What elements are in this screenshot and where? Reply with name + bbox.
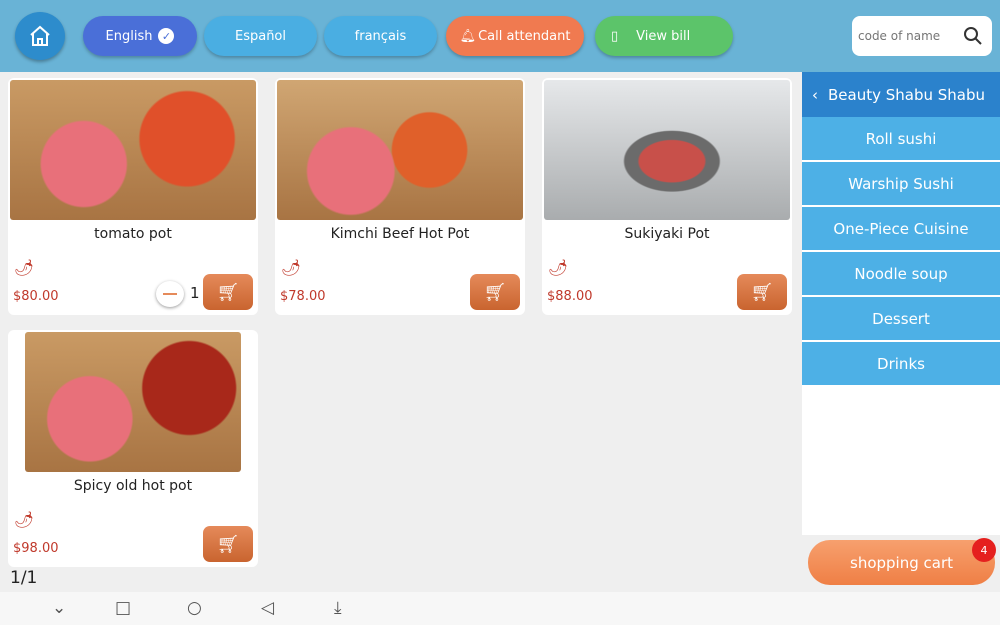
cart-icon: 🛒︎ bbox=[216, 533, 240, 555]
product-name: Spicy old hot pot bbox=[73, 478, 193, 494]
minus-icon bbox=[163, 293, 177, 295]
product-name: tomato pot bbox=[94, 226, 172, 242]
add-to-cart-button[interactable]: 🛒︎ bbox=[203, 526, 253, 562]
chili-icon: 🌶︎ bbox=[14, 258, 35, 277]
cart-count-badge: 4 bbox=[972, 538, 996, 562]
check-icon: ✓ bbox=[158, 28, 175, 44]
product-price: $98.00 bbox=[13, 541, 59, 556]
category-sidebar: ‹ Beauty Shabu Shabu Roll sushi Warship S… bbox=[802, 72, 1000, 535]
search-icon[interactable] bbox=[963, 26, 983, 46]
add-to-cart-button[interactable]: 🛒︎ bbox=[737, 274, 787, 310]
page-indicator: 1/1 bbox=[10, 568, 38, 588]
chevron-left-icon: ‹ bbox=[812, 85, 818, 104]
chili-icon: 🌶︎ bbox=[14, 510, 35, 529]
product-price: $80.00 bbox=[13, 289, 59, 304]
product-name: Kimchi Beef Hot Pot bbox=[330, 226, 470, 242]
add-to-cart-button[interactable]: 🛒︎ bbox=[203, 274, 253, 310]
bell-icon: 🔔︎ bbox=[459, 28, 477, 44]
product-name: Sukiyaki Pot bbox=[624, 226, 710, 242]
shopping-cart-button[interactable]: shopping cart bbox=[808, 540, 995, 585]
product-card[interactable]: Kimchi Beef Hot Pot 🌶︎ $78.00 🛒︎ bbox=[275, 78, 525, 315]
search-box bbox=[852, 16, 992, 56]
bill-icon: ▯ bbox=[611, 28, 619, 44]
restaurant-name: Beauty Shabu Shabu bbox=[828, 85, 986, 104]
shopping-cart-label: shopping cart bbox=[850, 553, 953, 572]
view-bill-label: View bill bbox=[636, 28, 691, 44]
espanol-label: Español bbox=[234, 28, 286, 44]
product-card[interactable]: tomato pot 🌶︎ $80.00 1 🛒︎ bbox=[8, 78, 258, 315]
system-nav-bar: ⌄ □ ○ ◁ ⤓ bbox=[0, 592, 1000, 625]
product-price: $88.00 bbox=[547, 289, 593, 304]
call-attendant-button[interactable]: 🔔︎ Call attendant bbox=[446, 16, 584, 56]
add-to-cart-button[interactable]: 🛒︎ bbox=[470, 274, 520, 310]
decrease-quantity-button[interactable] bbox=[156, 281, 184, 307]
category-one-piece-cuisine[interactable]: One-Piece Cuisine bbox=[802, 207, 1000, 250]
top-bar: English ✓ Español français 🔔︎ Call attenda… bbox=[0, 0, 1000, 72]
call-attendant-label: Call attendant bbox=[478, 28, 571, 44]
home-button[interactable] bbox=[15, 12, 65, 60]
chili-icon: 🌶︎ bbox=[281, 258, 302, 277]
product-image bbox=[544, 80, 790, 220]
category-warship-sushi[interactable]: Warship Sushi bbox=[802, 162, 1000, 205]
cart-icon: 🛒︎ bbox=[483, 281, 507, 303]
english-label: English bbox=[105, 28, 153, 44]
francais-label: français bbox=[354, 28, 407, 44]
product-image bbox=[25, 332, 241, 472]
product-image bbox=[10, 80, 256, 220]
category-noodle-soup[interactable]: Noodle soup bbox=[802, 252, 1000, 295]
product-price: $78.00 bbox=[280, 289, 326, 304]
home-icon bbox=[30, 25, 50, 46]
view-bill-button[interactable]: ▯ View bill bbox=[595, 16, 733, 56]
product-card[interactable]: Sukiyaki Pot 🌶︎ $88.00 🛒︎ bbox=[542, 78, 792, 315]
pull-down-icon[interactable]: ⤓ bbox=[334, 598, 342, 618]
quantity: 1 bbox=[190, 284, 200, 302]
chevron-down-icon[interactable]: ⌄ bbox=[52, 598, 66, 618]
language-francais-button[interactable]: français bbox=[324, 16, 437, 56]
language-espanol-button[interactable]: Español bbox=[204, 16, 317, 56]
recent-apps-icon[interactable]: □ bbox=[115, 598, 131, 618]
language-english-button[interactable]: English ✓ bbox=[83, 16, 197, 56]
category-roll-sushi[interactable]: Roll sushi bbox=[802, 117, 1000, 160]
product-image bbox=[277, 80, 523, 220]
back-icon[interactable]: ◁ bbox=[261, 598, 274, 618]
category-drinks[interactable]: Drinks bbox=[802, 342, 1000, 385]
chili-icon: 🌶︎ bbox=[548, 258, 569, 277]
home-circle-icon[interactable]: ○ bbox=[187, 598, 202, 618]
cart-icon: 🛒︎ bbox=[750, 281, 774, 303]
search-input[interactable] bbox=[858, 29, 963, 43]
category-back-header[interactable]: ‹ Beauty Shabu Shabu bbox=[802, 72, 1000, 117]
category-dessert[interactable]: Dessert bbox=[802, 297, 1000, 340]
product-card[interactable]: Spicy old hot pot 🌶︎ $98.00 🛒︎ bbox=[8, 330, 258, 567]
cart-icon: 🛒︎ bbox=[216, 281, 240, 303]
